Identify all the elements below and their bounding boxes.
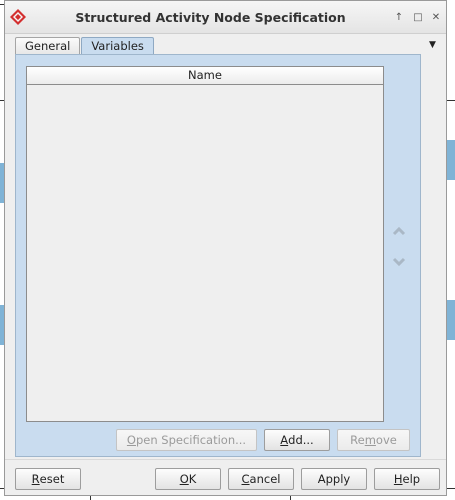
tab-menu-dropdown[interactable]: ▼ (429, 40, 436, 50)
cancel-button[interactable]: Cancel (228, 468, 294, 490)
remove-label-before: Re (350, 433, 365, 447)
add-button[interactable]: Add... (264, 429, 330, 451)
add-mnemonic: A (280, 433, 289, 447)
help-mnemonic: H (393, 472, 403, 486)
add-label-after: dd... (288, 433, 314, 447)
background-line (90, 496, 91, 500)
reset-button[interactable]: Reset (15, 468, 81, 490)
tab-variables[interactable]: Variables (81, 37, 154, 55)
move-up-button[interactable] (392, 225, 406, 236)
reset-mnemonic: R (31, 472, 40, 486)
triangle-down-icon: ▼ (429, 40, 436, 50)
open-spec-mnemonic: O (126, 433, 136, 447)
apply-label-before: Apply (317, 472, 351, 486)
remove-label-after: ove (375, 433, 397, 447)
background-block (447, 300, 455, 340)
chevron-down-icon (392, 257, 406, 267)
move-down-button[interactable] (392, 256, 406, 267)
cancel-label-after: ancel (249, 472, 281, 486)
remove-mnemonic: m (364, 433, 376, 447)
background-block (447, 140, 455, 180)
close-button[interactable]: ✕ (430, 11, 442, 23)
apply-button[interactable]: Apply (301, 468, 367, 490)
close-icon: ✕ (431, 11, 441, 23)
maximize-button[interactable]: □ (412, 11, 424, 23)
minimize-icon: ↑ (394, 11, 404, 23)
chevron-up-icon (392, 226, 406, 236)
variables-panel: Name Open Specification... Add... Re m ove (15, 54, 421, 457)
maximize-icon: □ (413, 11, 423, 23)
help-button[interactable]: Help (374, 468, 440, 490)
background-line (447, 100, 455, 101)
tab-general[interactable]: General (15, 37, 81, 55)
specification-dialog: Structured Activity Node Specification ↑… (4, 0, 447, 496)
footer-separator (5, 459, 446, 460)
ok-label-after: K (188, 472, 197, 486)
cancel-mnemonic: C (241, 472, 250, 486)
ok-mnemonic: O (179, 472, 189, 486)
remove-button[interactable]: Re m ove (337, 429, 410, 451)
ok-button[interactable]: OK (155, 468, 221, 490)
help-label-after: elp (402, 472, 421, 486)
reset-label-after: eset (39, 472, 65, 486)
background-line (447, 488, 455, 489)
open-spec-label-after: pen Specification... (135, 433, 247, 447)
tab-strip: General Variables (15, 37, 155, 55)
open-specification-button[interactable]: Open Specification... (116, 429, 257, 451)
dialog-title: Structured Activity Node Specification (75, 10, 346, 25)
app-logo-icon (9, 8, 27, 26)
column-header-name[interactable]: Name (27, 67, 383, 85)
title-bar[interactable]: Structured Activity Node Specification ↑… (5, 1, 446, 34)
background-line (290, 496, 291, 500)
variables-table[interactable]: Name (26, 66, 384, 422)
minimize-button[interactable]: ↑ (393, 11, 405, 23)
